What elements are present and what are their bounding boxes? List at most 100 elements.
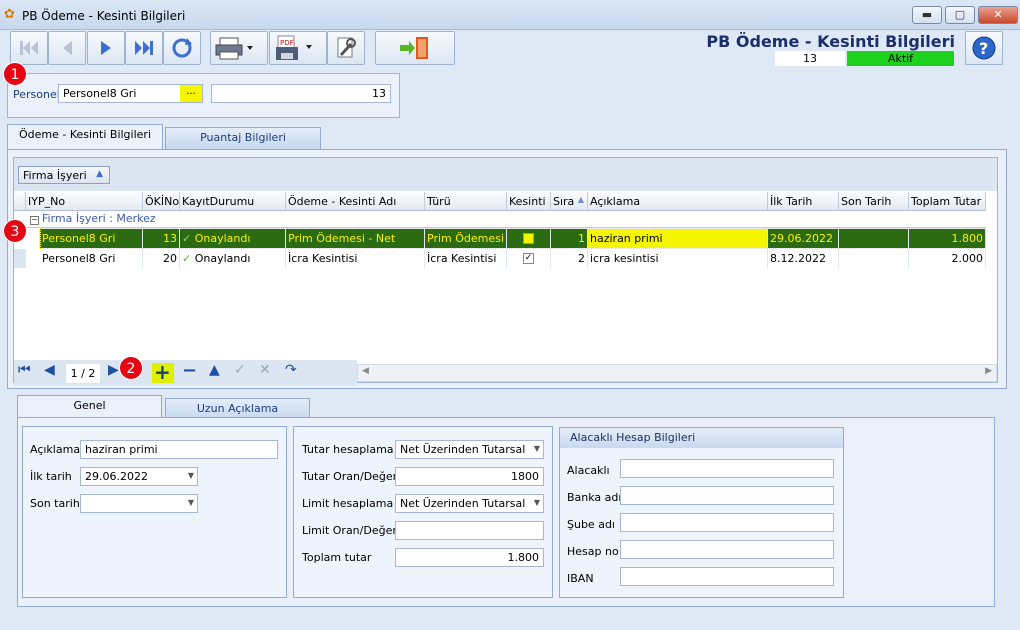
close-button[interactable]: ✕: [978, 6, 1018, 24]
col-header-tur[interactable]: Türü: [425, 192, 507, 211]
group-row-label: Firma İşyeri : Merkez: [42, 212, 156, 225]
cell-tur[interactable]: İcra Kesintisi: [425, 249, 507, 268]
help-button[interactable]: ?: [965, 31, 1003, 65]
exit-button[interactable]: [375, 31, 455, 65]
cell-durum[interactable]: ✓ Onaylandı: [180, 249, 286, 268]
col-header-iyp[interactable]: IYP_No: [26, 192, 143, 211]
chevron-down-icon[interactable]: ▼: [188, 498, 194, 507]
alacakli-field[interactable]: [620, 459, 834, 478]
personel-name-value: Personel8 Gri: [63, 87, 137, 100]
cell-aciklama[interactable]: haziran primi: [588, 229, 768, 248]
sube-adi-label: Şube adı: [567, 518, 615, 531]
cell-ilk[interactable]: 29.06.2022: [768, 229, 839, 248]
nav-add-button[interactable]: +: [152, 360, 174, 384]
col-header-ad[interactable]: Ödeme - Kesinti Adı: [286, 192, 425, 211]
cell-durum[interactable]: ✓ Onaylandı: [180, 229, 286, 248]
son-tarih-field[interactable]: ▼: [80, 494, 198, 513]
exit-door-icon: [400, 37, 428, 59]
col-header-kesinti[interactable]: Kesinti: [507, 192, 551, 211]
nav-first-icon[interactable]: ⏮: [18, 362, 31, 378]
nav-next-icon[interactable]: ▶: [108, 362, 119, 378]
printer-icon: [215, 37, 253, 60]
cell-tutar[interactable]: 1.800: [909, 229, 986, 248]
iban-field[interactable]: [620, 567, 834, 586]
form-title: PB Ödeme - Kesinti Bilgileri: [706, 32, 955, 51]
print-button[interactable]: [210, 31, 268, 65]
nav-cancel-icon[interactable]: ✕: [259, 362, 271, 378]
maximize-button[interactable]: ▢: [945, 6, 975, 24]
toplam-tutar-field[interactable]: 1.800: [395, 548, 544, 567]
banka-adi-field[interactable]: [620, 486, 834, 505]
kesinti-checkbox[interactable]: ✓: [523, 253, 534, 264]
aciklama-field[interactable]: haziran primi: [80, 440, 278, 459]
col-header-son[interactable]: Son Tarih: [839, 192, 909, 211]
group-by-chip[interactable]: Firma İşyeri ▲: [18, 166, 110, 184]
prev-record-button[interactable]: [48, 31, 86, 65]
cell-ad[interactable]: İcra Kesintisi: [286, 249, 425, 268]
approved-check-icon: ✓: [182, 232, 192, 245]
tab-odeme-kesinti[interactable]: Ödeme - Kesinti Bilgileri: [7, 124, 163, 150]
annotation-badge-1: 1: [3, 62, 27, 86]
limit-oran-field[interactable]: [395, 521, 544, 540]
chevron-down-icon[interactable]: ▼: [534, 498, 540, 507]
record-number: 13: [775, 51, 845, 66]
tab-puantaj[interactable]: Puantaj Bilgileri: [165, 127, 321, 149]
col-header-tutar[interactable]: Toplam Tutar: [909, 192, 986, 211]
settings-button[interactable]: [327, 31, 365, 65]
kesinti-checkbox[interactable]: [523, 233, 534, 244]
col-header-ilk[interactable]: İlk Tarih: [768, 192, 839, 211]
col-header-durum[interactable]: KayıtDurumu: [180, 192, 286, 211]
col-header-aciklama[interactable]: Açıklama: [588, 192, 768, 211]
cell-ilk[interactable]: 8.12.2022: [768, 249, 839, 268]
minimize-button[interactable]: ▬: [912, 6, 942, 24]
cell-iyp[interactable]: Personel8 Gri: [40, 229, 143, 248]
personel-browse-button[interactable]: ...: [180, 85, 202, 102]
nav-edit-icon[interactable]: ▲: [209, 362, 220, 378]
collapse-icon[interactable]: −: [30, 216, 39, 225]
cell-kesinti[interactable]: ✓: [507, 249, 551, 268]
ilk-tarih-field[interactable]: 29.06.2022 ▼: [80, 467, 198, 486]
scroll-left-icon[interactable]: ◀: [362, 366, 369, 376]
col-header-sira[interactable]: Sıra ▲: [551, 192, 588, 211]
personel-label: Personel: [13, 88, 60, 101]
cell-sira[interactable]: 1: [551, 229, 588, 248]
hesap-no-field[interactable]: [620, 540, 834, 559]
first-record-icon: [20, 41, 38, 55]
cell-son[interactable]: [839, 249, 909, 268]
tutar-oran-field[interactable]: 1800: [395, 467, 544, 486]
next-record-button[interactable]: [87, 31, 125, 65]
alacakli-group-header: Alacaklı Hesap Bilgileri: [560, 428, 843, 448]
scroll-right-icon[interactable]: ▶: [985, 366, 992, 376]
group-by-panel: [14, 158, 997, 191]
first-record-button[interactable]: [10, 31, 48, 65]
cell-kesinti[interactable]: [507, 229, 551, 248]
h-scrollbar[interactable]: ◀ ▶: [357, 364, 997, 382]
banka-adi-label: Banka adı: [567, 491, 622, 504]
sube-adi-field[interactable]: [620, 513, 834, 532]
chevron-down-icon[interactable]: ▼: [534, 444, 540, 453]
personel-id-field[interactable]: 13: [211, 84, 391, 103]
cell-aciklama[interactable]: icra kesintisi: [588, 249, 768, 268]
annotation-badge-2: 2: [119, 356, 143, 380]
nav-refresh-icon[interactable]: ↷: [285, 362, 297, 378]
cell-iyp[interactable]: Personel8 Gri: [40, 249, 143, 268]
cell-tutar[interactable]: 2.000: [909, 249, 986, 268]
refresh-button[interactable]: [163, 31, 201, 65]
nav-prev-icon[interactable]: ◀: [44, 362, 55, 378]
cell-oki[interactable]: 13: [143, 229, 180, 248]
cell-son[interactable]: [839, 229, 909, 248]
chevron-down-icon[interactable]: ▼: [188, 471, 194, 480]
limit-hesaplama-select[interactable]: Net Üzerinden Tutarsal ▼: [395, 494, 544, 513]
nav-delete-icon[interactable]: −: [182, 360, 197, 381]
cell-oki[interactable]: 20: [143, 249, 180, 268]
cell-ad[interactable]: Prim Ödemesi - Net: [286, 229, 425, 248]
export-pdf-button[interactable]: PDF: [269, 31, 327, 65]
tutar-hesaplama-select[interactable]: Net Üzerinden Tutarsal ▼: [395, 440, 544, 459]
cell-tur[interactable]: Prim Ödemesi: [425, 229, 507, 248]
last-record-button[interactable]: [125, 31, 163, 65]
col-header-oki[interactable]: ÖKİNo: [143, 192, 180, 211]
cell-sira[interactable]: 2: [551, 249, 588, 268]
nav-post-icon[interactable]: ✓: [234, 362, 246, 378]
group-row[interactable]: − Firma İşyeri : Merkez: [26, 211, 986, 228]
cell-durum-text: Onaylandı: [194, 232, 251, 245]
